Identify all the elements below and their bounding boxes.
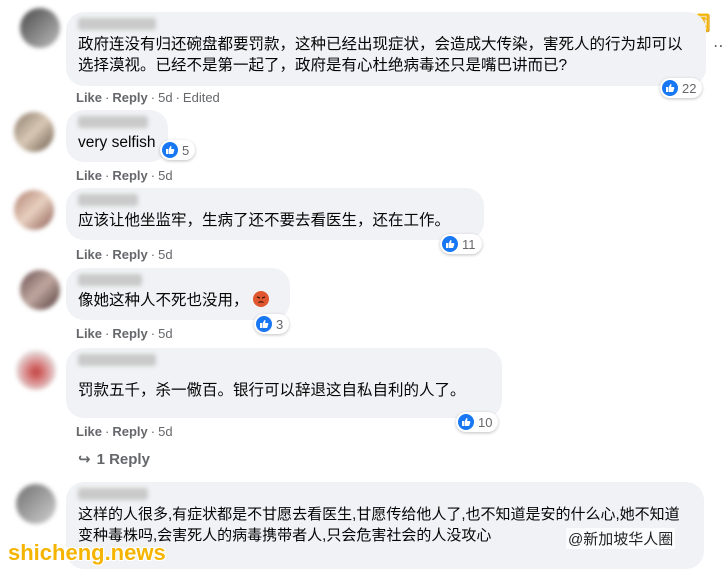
timestamp[interactable]: 5d xyxy=(158,326,172,341)
commenter-name[interactable] xyxy=(78,354,156,366)
commenter-name[interactable] xyxy=(78,194,138,206)
edited-label: Edited xyxy=(182,90,220,105)
reaction-count[interactable]: 5 xyxy=(160,140,196,160)
reply-button[interactable]: Reply xyxy=(112,90,147,105)
comment-actions: Like · Reply · 5d xyxy=(76,168,173,183)
comment-bubble: 罚款五千，杀一儆百。银行可以辞退这自私自利的人了。 xyxy=(66,348,502,418)
comment-actions: Like · Reply · 5d xyxy=(76,247,173,262)
avatar[interactable] xyxy=(20,8,60,48)
comment-actions: Like · Reply · 5d xyxy=(76,424,173,439)
reaction-count[interactable]: 11 xyxy=(440,234,482,254)
avatar[interactable] xyxy=(14,190,54,230)
comment-bubble: 政府连没有归还碗盘都要罚款，这种已经出现症状，会造成大传染，害死人的行为却可以选… xyxy=(66,12,706,86)
reaction-count[interactable]: 3 xyxy=(254,314,290,334)
commenter-name[interactable] xyxy=(78,274,142,286)
comment-text: 像她这种人不死也没用， xyxy=(78,290,278,311)
thumbs-up-icon xyxy=(256,316,272,332)
watermark-bottom-left: shicheng.news xyxy=(8,540,166,565)
comment-text: 罚款五千，杀一儆百。银行可以辞退这自私自利的人了。 xyxy=(78,382,466,399)
comment-actions: Like · Reply · 5d xyxy=(76,326,173,341)
timestamp[interactable]: 5d xyxy=(158,168,172,183)
thumbs-up-icon xyxy=(162,142,178,158)
more-options-icon[interactable]: ⋯ xyxy=(713,36,723,56)
comment-text: 应该让他坐监牢，生病了还不要去看医生，还在工作。 xyxy=(78,212,451,229)
watermark-bottom-right: @新加坡华人圈 xyxy=(566,528,676,549)
comment-text: very selfish xyxy=(78,134,156,151)
view-replies-link[interactable]: ↪ 1 Reply xyxy=(78,450,150,468)
timestamp[interactable]: 5d xyxy=(158,424,172,439)
commenter-name[interactable] xyxy=(78,18,156,30)
reply-button[interactable]: Reply xyxy=(112,424,147,439)
reply-button[interactable]: Reply xyxy=(112,326,147,341)
reply-arrow-icon: ↪ xyxy=(78,451,91,468)
reaction-count[interactable]: 10 xyxy=(456,412,499,432)
commenter-name[interactable] xyxy=(78,488,148,500)
comment-bubble: very selfish xyxy=(66,110,168,162)
like-button[interactable]: Like xyxy=(76,424,102,439)
comment-text: 政府连没有归还碗盘都要罚款，这种已经出现症状，会造成大传染，害死人的行为却可以选… xyxy=(78,36,683,74)
comment-bubble: 像她这种人不死也没用， xyxy=(66,268,290,320)
thumbs-up-icon xyxy=(662,80,678,96)
avatar[interactable] xyxy=(14,112,54,152)
avatar[interactable] xyxy=(20,270,60,310)
like-button[interactable]: Like xyxy=(76,247,102,262)
reply-button[interactable]: Reply xyxy=(112,168,147,183)
comment-bubble: 应该让他坐监牢，生病了还不要去看医生，还在工作。 xyxy=(66,188,484,240)
thumbs-up-icon xyxy=(442,236,458,252)
reply-button[interactable]: Reply xyxy=(112,247,147,262)
timestamp[interactable]: 5d xyxy=(158,247,172,262)
like-button[interactable]: Like xyxy=(76,168,102,183)
like-button[interactable]: Like xyxy=(76,90,102,105)
avatar[interactable] xyxy=(16,484,56,524)
commenter-name[interactable] xyxy=(78,116,148,128)
like-button[interactable]: Like xyxy=(76,326,102,341)
thumbs-up-icon xyxy=(458,414,474,430)
angry-emoji-icon xyxy=(252,291,269,307)
timestamp[interactable]: 5d xyxy=(158,90,172,105)
comment-actions: Like · Reply · 5d · Edited xyxy=(76,90,220,105)
avatar[interactable] xyxy=(16,350,56,390)
reaction-count[interactable]: 22 xyxy=(660,78,703,98)
